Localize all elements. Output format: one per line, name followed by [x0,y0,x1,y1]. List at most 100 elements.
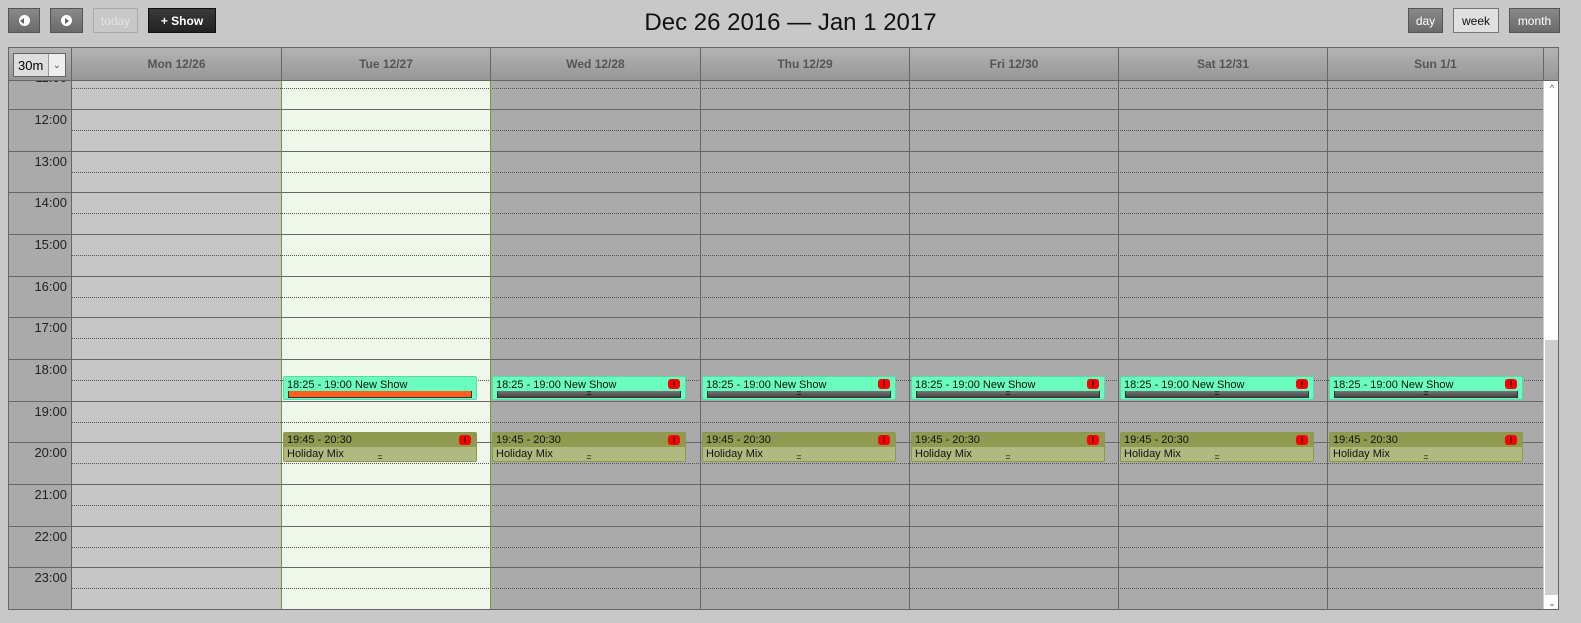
half-hour-line [71,296,1543,298]
interval-value: 30m [18,57,44,73]
resize-handle[interactable]: = [497,388,681,398]
warning-icon[interactable]: ! [1296,379,1308,390]
event-holiday-mix[interactable]: 19:45 - 20:30 Holiday Mix =! [702,431,896,463]
resize-handle[interactable]: = [1121,453,1313,461]
resize-handle[interactable]: = [703,453,895,461]
vertical-scrollbar[interactable]: ^ ⌄ [1543,81,1558,609]
event-time: 19:45 - 20:30 [1333,433,1398,446]
event-holiday-mix[interactable]: 19:45 - 20:30 Holiday Mix =! [911,431,1105,463]
column-divider [1327,81,1328,609]
hour-line [9,525,1543,527]
event-time: 19:45 - 20:30 [706,433,771,446]
day-header: Tue 12/27 [281,48,490,80]
warning-icon[interactable]: ! [1087,379,1099,390]
scroll-up-arrow-icon[interactable]: ^ [1544,83,1558,93]
day-column[interactable] [1118,81,1327,609]
time-label: 19:00 [34,403,67,419]
time-label: 13:00 [34,153,67,169]
time-label: 23:00 [34,570,67,586]
event-holiday-mix[interactable]: 19:45 - 20:30 Holiday Mix =! [492,431,686,463]
half-hour-line [71,171,1543,173]
time-label: 22:00 [34,528,67,544]
column-divider [71,81,72,609]
day-column[interactable] [700,81,909,609]
view-week-button[interactable]: week [1453,8,1499,33]
time-label: 16:00 [34,278,67,294]
view-day-button[interactable]: day [1408,8,1443,33]
day-column[interactable] [71,81,281,609]
warning-icon[interactable]: ! [1505,434,1517,445]
event-time: 19:45 - 20:30 [496,433,561,446]
time-label: 15:00 [34,237,67,253]
column-divider [909,81,910,609]
time-label: 17:00 [34,320,67,336]
half-hour-line [71,421,1543,423]
warning-icon[interactable]: ! [878,379,890,390]
event-new-show[interactable]: 18:25 - 19:00 New Show =! [492,376,686,400]
day-header: Mon 12/26 [71,48,281,80]
warning-icon[interactable]: ! [1505,379,1517,390]
time-label: 12:00 [34,112,67,128]
resize-handle[interactable]: = [1334,388,1518,398]
hour-line [9,317,1543,319]
warning-icon[interactable]: ! [668,379,680,390]
warning-icon[interactable]: ! [1296,434,1308,445]
half-hour-line [71,338,1543,340]
event-new-show[interactable]: 18:25 - 19:00 New Show =! [702,376,896,400]
resize-handle[interactable]: = [493,453,685,461]
half-hour-line [71,463,1543,465]
hour-line [9,109,1543,111]
event-new-show[interactable]: 18:25 - 19:00 New Show =! [1120,376,1314,400]
day-column[interactable] [909,81,1118,609]
time-grid-body: 00:0001:0002:0003:0004:0005:0006:0007:00… [9,81,1543,609]
resize-handle[interactable]: = [912,453,1104,461]
half-hour-line [71,254,1543,256]
resize-handle[interactable]: = [1330,453,1522,461]
chevron-down-icon: ⌄ [48,54,65,76]
half-hour-line [71,213,1543,215]
resize-handle[interactable]: = [1125,388,1309,398]
event-new-show[interactable]: 18:25 - 19:00 New Show [283,376,477,400]
column-divider [1118,81,1119,609]
event-new-show[interactable]: 18:25 - 19:00 New Show =! [1329,376,1523,400]
warning-icon[interactable]: ! [668,434,680,445]
hour-line [9,192,1543,194]
hour-line [9,359,1543,361]
day-column[interactable] [281,81,490,609]
scroll-down-arrow-icon[interactable]: ⌄ [1544,598,1558,609]
event-holiday-mix[interactable]: 19:45 - 20:30 Holiday Mix =! [283,431,477,463]
warning-icon[interactable]: ! [878,434,890,445]
hour-line [9,234,1543,236]
day-column[interactable] [1327,81,1543,609]
interval-select[interactable]: 30m ⌄ [13,53,66,77]
day-header: Fri 12/30 [909,48,1118,80]
resize-handle[interactable] [288,390,472,398]
half-hour-line [71,588,1543,590]
resize-handle[interactable]: = [916,388,1100,398]
date-range-title: Dec 26 2016 — Jan 1 2017 [644,9,937,36]
week-calendar-grid: 30m ⌄ Mon 12/26 Tue 12/27 Wed 12/28 Thu 12/2… [8,47,1559,610]
scrollbar-thumb[interactable] [1545,340,1558,595]
warning-icon[interactable]: ! [459,434,471,445]
hour-line [9,275,1543,277]
time-label: 18:00 [34,362,67,378]
column-divider [490,81,491,609]
hour-line [9,150,1543,152]
half-hour-line [71,546,1543,548]
resize-handle[interactable]: = [707,388,891,398]
view-month-button[interactable]: month [1509,8,1560,33]
column-divider [281,81,282,609]
day-column[interactable] [490,81,700,609]
event-new-show[interactable]: 18:25 - 19:00 New Show =! [911,376,1105,400]
time-label: 11:00 [9,81,67,85]
hour-line [9,400,1543,402]
event-time: 19:45 - 20:30 [1124,433,1189,446]
event-holiday-mix[interactable]: 19:45 - 20:30 Holiday Mix =! [1120,431,1314,463]
event-holiday-mix[interactable]: 19:45 - 20:30 Holiday Mix =! [1329,431,1523,463]
resize-handle[interactable]: = [284,453,476,461]
day-header-row: 30m ⌄ Mon 12/26 Tue 12/27 Wed 12/28 Thu 12/2… [9,48,1558,81]
time-label: 21:00 [34,487,67,503]
half-hour-line [71,129,1543,131]
hour-line [9,567,1543,569]
warning-icon[interactable]: ! [1087,434,1099,445]
